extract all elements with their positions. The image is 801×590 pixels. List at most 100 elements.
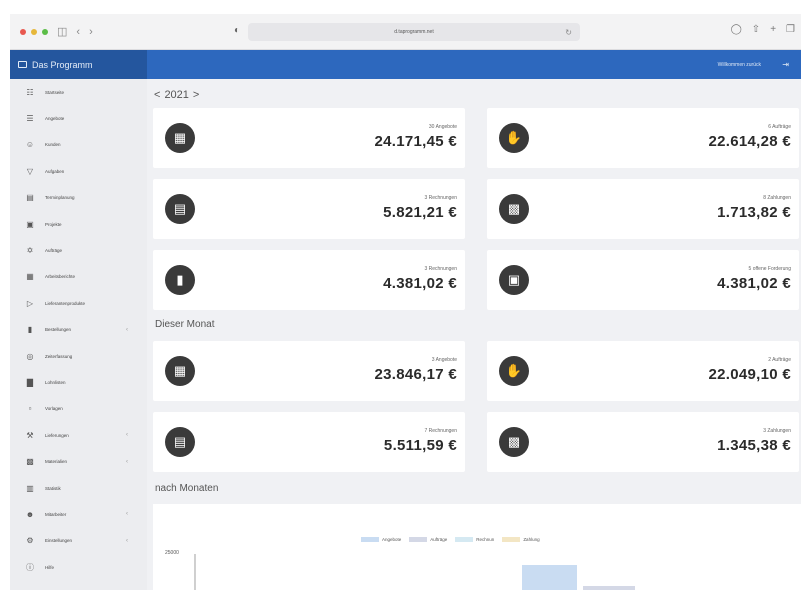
sidebar-item-label: Lieferantenprodukte: [45, 300, 86, 306]
close-window-button[interactable]: [20, 28, 26, 35]
sidebar-item-label: Bestellungen: [45, 327, 72, 333]
chevron-icon[interactable]: ‹: [126, 511, 128, 517]
team-icon: ☻: [25, 509, 35, 519]
share-icon[interactable]: ⇧: [752, 24, 760, 35]
brand[interactable]: Das Programm: [10, 50, 147, 79]
stat-label: 5 offene Forderung: [748, 266, 791, 272]
browser-toolbar: ◫ ‹ › ◐ d.taprogramm.net ↻ ◯ ⇧ + ❐: [10, 14, 801, 50]
sidebar-item-label: Aufgaben: [45, 168, 65, 174]
stat-value: 23.846,17 €: [374, 366, 457, 383]
sidebar-item[interactable]: ▮ Bestellungen ‹: [10, 317, 147, 343]
stat-label: 7 Rechnungen: [424, 428, 457, 434]
stat-label: 8 Zahlungen: [763, 195, 791, 201]
chevron-icon[interactable]: ‹: [126, 327, 128, 333]
sidebar-item[interactable]: ▷ Lieferantenprodukte: [10, 290, 147, 316]
welcome-text[interactable]: Willkommen zurück: [718, 62, 761, 68]
sidebar-toggle-icon[interactable]: ◫: [57, 25, 67, 38]
folder-icon: ▣: [26, 219, 34, 229]
thermometer-icon: ▮: [165, 265, 195, 295]
stat-card[interactable]: ▩ 8 Zahlungen 1.713,82 €: [487, 179, 799, 239]
logout-icon[interactable]: ⇥: [782, 60, 789, 69]
reload-icon[interactable]: ↻: [565, 28, 572, 37]
box-icon: ⚒: [26, 430, 34, 440]
app-logo-icon: [18, 61, 27, 68]
stat-card[interactable]: ▤ 7 Rechnungen 5.511,59 €: [153, 412, 465, 472]
address-bar[interactable]: d.taprogramm.net ↻: [248, 23, 580, 41]
downloads-icon[interactable]: ◯: [731, 24, 742, 35]
chevron-icon[interactable]: ‹: [126, 459, 128, 465]
chevron-icon[interactable]: ‹: [126, 432, 128, 438]
cart-icon: ▮: [27, 325, 33, 335]
sidebar-item-label: Aufträge: [45, 248, 63, 254]
chart-section-title: nach Monaten: [155, 483, 219, 494]
sidebar-item-label: Mitarbeiter: [45, 511, 67, 517]
stat-value: 1.345,38 €: [717, 437, 791, 454]
sidebar-item[interactable]: ⚒ Lieferungen ‹: [10, 422, 147, 448]
brand-name: Das Programm: [32, 59, 93, 70]
stat-label: 3 Rechnungen: [424, 266, 457, 272]
sidebar-item[interactable]: ☺ Kunden: [10, 132, 147, 158]
sidebar-item-label: Materialien: [45, 459, 68, 465]
filter-icon: ▽: [26, 166, 34, 176]
stat-card[interactable]: ✋ 6 Aufträge 22.614,28 €: [487, 108, 799, 168]
list-icon: ☰: [26, 114, 34, 124]
stat-value: 4.381,02 €: [383, 275, 457, 292]
stat-card[interactable]: ▩ 3 Zahlungen 1.345,38 €: [487, 412, 799, 472]
app-header: Das Programm Willkommen zurück ⇥: [10, 50, 801, 79]
sidebar-item-label: Terminplanung: [45, 195, 75, 201]
previous-year-button[interactable]: <: [154, 89, 160, 101]
sidebar-item-label: Projekte: [45, 221, 62, 227]
sidebar-item[interactable]: ▇ Lohnlisten: [10, 369, 147, 395]
stat-card[interactable]: ▤ 3 Rechnungen 5.821,21 €: [153, 179, 465, 239]
handshake-icon: ✋: [499, 356, 529, 386]
minimize-window-button[interactable]: [31, 28, 37, 35]
stat-value: 5.511,59 €: [383, 437, 457, 454]
sidebar-item-label: Angebote: [45, 116, 65, 122]
sidebar-item[interactable]: ☷ Startseite: [10, 79, 147, 105]
next-year-button[interactable]: >: [193, 89, 199, 101]
stat-card[interactable]: ▦ 30 Angebote 24.171,45 €: [153, 108, 465, 168]
sidebar: ☷ Startseite ☰ Angebote ☺ Kunden ▽ Aufgaben ▤ Ter…: [10, 79, 147, 590]
sidebar-item[interactable]: ⓘ Hilfe: [10, 554, 147, 580]
sidebar-item[interactable]: ☻ Mitarbeiter ‹: [10, 501, 147, 527]
stat-card[interactable]: ▦ 3 Angebote 23.846,17 €: [153, 341, 465, 401]
stat-value: 22.049,10 €: [708, 366, 791, 383]
monthly-chart: Angebote Aufträge Rechnun Zahlung 25000: [153, 504, 801, 590]
sidebar-item[interactable]: ✡ Aufträge: [10, 237, 147, 263]
sidebar-item[interactable]: ▣ Projekte: [10, 211, 147, 237]
forward-button[interactable]: ›: [89, 26, 93, 38]
chevron-icon[interactable]: ‹: [126, 538, 128, 544]
year-selector: < 2021 >: [154, 89, 199, 101]
settings-icon: ⚙: [26, 536, 34, 546]
grid-icon: ▩: [26, 457, 34, 467]
sidebar-item-label: Lohnlisten: [45, 379, 66, 385]
stat-card[interactable]: ✋ 2 Aufträge 22.049,10 €: [487, 341, 799, 401]
sidebar-item[interactable]: ▦ Arbeitsberichte: [10, 264, 147, 290]
sidebar-item[interactable]: ▫ Vorlagen: [10, 396, 147, 422]
stat-card[interactable]: ▣ 5 offene Forderung 4.381,02 €: [487, 250, 799, 310]
dashboard-icon: ☷: [26, 87, 34, 97]
shield-icon[interactable]: ◐: [234, 25, 240, 36]
sidebar-item-label: Hilfe: [45, 564, 55, 570]
tabs-overview-icon[interactable]: ❐: [786, 24, 795, 35]
invoice-icon: ▤: [165, 194, 195, 224]
handshake-icon: ✡: [26, 246, 34, 256]
chart-icon: ▇: [26, 377, 34, 387]
sidebar-item[interactable]: ▤ Terminplanung: [10, 185, 147, 211]
sidebar-item-label: Arbeitsberichte: [45, 274, 76, 280]
sidebar-item[interactable]: ☰ Angebote: [10, 105, 147, 131]
back-button[interactable]: ‹: [76, 26, 80, 38]
sidebar-item-label: Lieferungen: [45, 432, 69, 438]
sidebar-item[interactable]: ◎ Zeiterfassung: [10, 343, 147, 369]
maximize-window-button[interactable]: [42, 28, 48, 35]
new-tab-icon[interactable]: +: [770, 24, 776, 35]
sidebar-item[interactable]: ▩ Materialien ‹: [10, 448, 147, 474]
sidebar-item-label: Einstellungen: [45, 538, 73, 544]
sidebar-item[interactable]: ▽ Aufgaben: [10, 158, 147, 184]
stat-card[interactable]: ▮ 3 Rechnungen 4.381,02 €: [153, 250, 465, 310]
bar-auftraege: [583, 586, 635, 590]
truck-icon: ▷: [26, 298, 34, 308]
sidebar-item[interactable]: ▥ Statistik: [10, 475, 147, 501]
sidebar-item[interactable]: ⚙ Einstellungen ‹: [10, 528, 147, 554]
dashboard: < 2021 > ▦ 30 Angebote 24.171,45 € ✋ 6 Auftr…: [147, 79, 801, 590]
